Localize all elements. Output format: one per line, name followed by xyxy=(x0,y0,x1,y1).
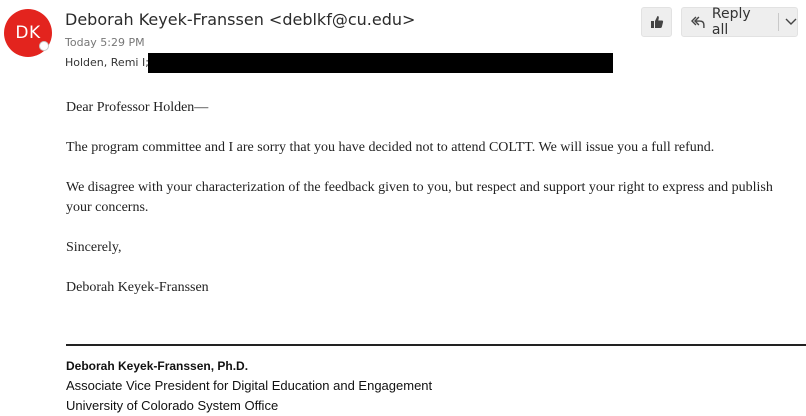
signature-name: Deborah Keyek-Franssen, Ph.D. xyxy=(66,359,249,373)
avatar-initials: DK xyxy=(15,23,41,43)
button-divider xyxy=(778,13,779,31)
thumbs-up-icon xyxy=(650,16,663,28)
message-signoff: Deborah Keyek-Franssen xyxy=(66,280,209,295)
like-button[interactable] xyxy=(641,7,672,37)
reply-all-icon xyxy=(691,16,705,28)
message-paragraph: We disagree with your characterization o… xyxy=(66,180,773,215)
signature-title: Associate Vice President for Digital Edu… xyxy=(66,378,433,393)
message-closing: Sincerely, xyxy=(66,240,122,255)
presence-status-indicator xyxy=(39,41,49,51)
signature-organization: University of Colorado System Office xyxy=(66,398,279,413)
message-paragraph: The program committee and I are sorry th… xyxy=(66,140,715,155)
reply-all-button[interactable]: Reply all xyxy=(681,6,798,38)
message-timestamp: Today 5:29 PM xyxy=(65,36,145,49)
sender-name[interactable]: Deborah Keyek-Franssen <deblkf@cu.edu> xyxy=(65,10,415,29)
reply-options-dropdown[interactable] xyxy=(785,18,797,26)
recipients-list[interactable]: Holden, Remi I; xyxy=(65,56,149,69)
redacted-recipients xyxy=(148,53,613,73)
signature-divider xyxy=(66,344,806,346)
reply-all-label: Reply all xyxy=(711,6,751,38)
message-greeting: Dear Professor Holden— xyxy=(66,100,209,115)
chevron-down-icon xyxy=(785,18,797,25)
